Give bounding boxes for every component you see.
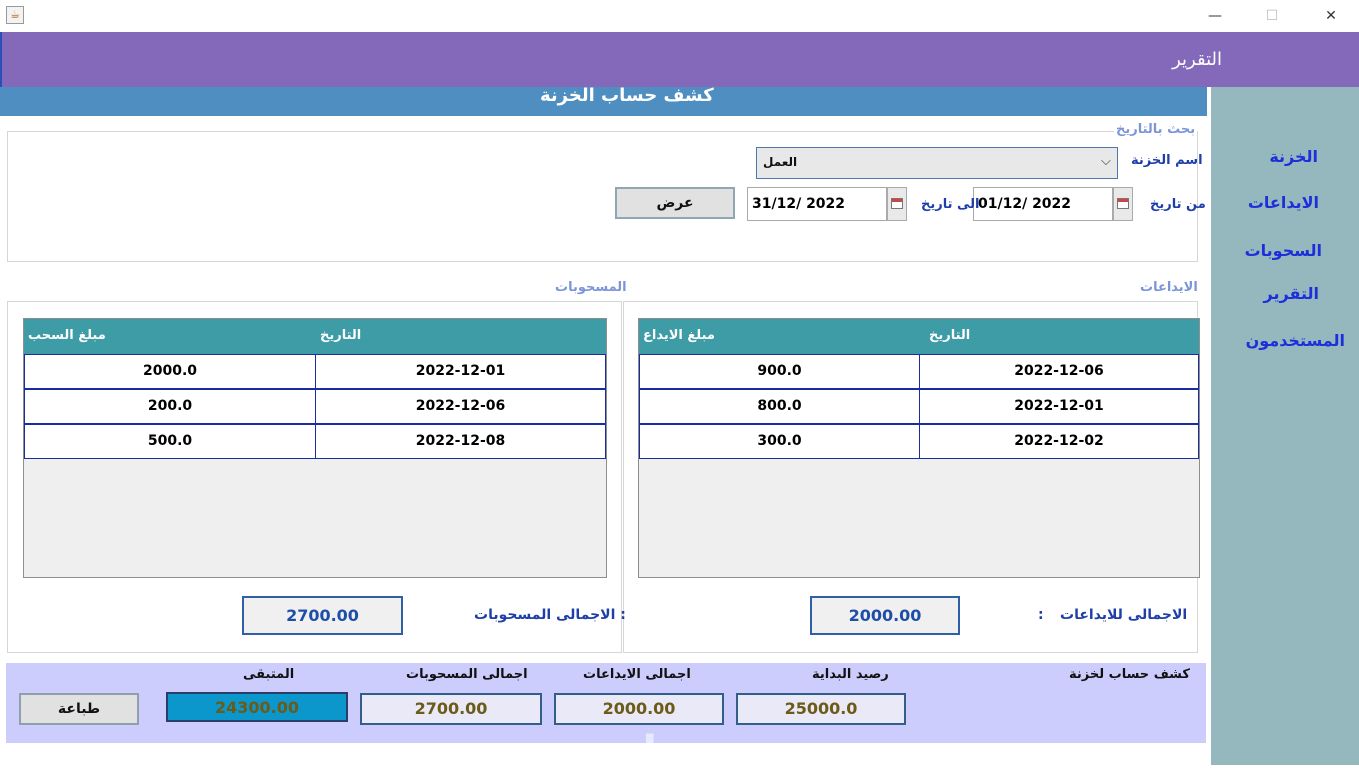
withdrawals-total-label: الاجمالى المسحوبات : [474, 607, 626, 623]
maximize-button[interactable]: ☐ [1249, 4, 1295, 28]
deposit-date-cell: 2022-12-06 [919, 354, 1199, 389]
deposit-amount-cell: 800.0 [639, 389, 920, 424]
treasury-select-value: العمل [763, 155, 798, 169]
table-row[interactable]: 200.0 2022-12-06 [24, 389, 606, 424]
deposit-amount-cell: 300.0 [639, 424, 920, 459]
app-header: التقرير [0, 32, 1359, 87]
deposit-amount-cell: 900.0 [639, 354, 920, 389]
withdrawals-table: التاريخ مبلغ السحب 2000.0 2022-12-01 200… [23, 318, 607, 578]
sidebar: الخزنة الايداعات السحوبات التقرير المستخ… [1211, 87, 1359, 765]
to-date-value: 31/12/ 2022 [752, 196, 846, 212]
calendar-icon [891, 198, 903, 209]
withdrawal-amount-cell: 500.0 [24, 424, 316, 459]
to-date-field[interactable]: 31/12/ 2022 [747, 187, 887, 221]
sidebar-item-treasury[interactable]: الخزنة [1269, 147, 1318, 166]
deposits-group-title: الايداعات [1138, 280, 1200, 295]
remaining-label: المتبقى [243, 667, 295, 682]
print-button[interactable]: طباعة [19, 693, 139, 725]
java-app-icon: ☕ [6, 6, 24, 24]
total-deposits-label: اجمالى الايداعات [583, 667, 691, 682]
total-withdrawals-label: اجمالى المسحوبات [406, 667, 528, 682]
show-button[interactable]: عرض [615, 187, 735, 219]
treasury-select[interactable]: العمل ⌵ [756, 147, 1118, 179]
sidebar-item-withdrawals[interactable]: السحوبات [1245, 241, 1322, 260]
sidebar-item-report[interactable]: التقرير [1264, 284, 1319, 303]
deposits-table: التاريخ مبلغ الايداع 900.0 2022-12-06 80… [638, 318, 1200, 578]
sidebar-item-users[interactable]: المستخدمون [1246, 331, 1345, 350]
summary-title: كشف حساب لخزنة [1069, 667, 1190, 682]
from-date-label: من تاريخ [1150, 197, 1206, 212]
treasury-name-label: اسم الخزنة [1131, 153, 1203, 168]
deposits-total-colon: : [1038, 607, 1044, 623]
table-row[interactable]: 500.0 2022-12-08 [24, 424, 606, 459]
calendar-icon [1117, 198, 1129, 209]
withdrawal-amount-cell: 200.0 [24, 389, 316, 424]
withdrawal-amount-cell: 2000.0 [24, 354, 316, 389]
to-date-label: الى تاريخ [921, 197, 980, 212]
deposit-date-cell: 2022-12-02 [919, 424, 1199, 459]
remaining-value: 24300.00 [166, 692, 348, 722]
deposits-total-value: 2000.00 [810, 596, 960, 635]
withdrawal-date-cell: 2022-12-08 [315, 424, 606, 459]
table-row[interactable]: 800.0 2022-12-01 [639, 389, 1199, 424]
minimize-button[interactable]: — [1192, 4, 1238, 28]
total-deposits-value: 2000.00 [554, 693, 724, 725]
table-row[interactable]: 300.0 2022-12-02 [639, 424, 1199, 459]
withdrawals-total-value: 2700.00 [242, 596, 403, 635]
withdrawals-table-header: التاريخ مبلغ السحب [24, 319, 606, 354]
chevron-down-icon: ⌵ [1101, 154, 1111, 169]
deposits-total-label: الاجمالى للايداعات [1060, 607, 1188, 623]
deposits-table-header: التاريخ مبلغ الايداع [639, 319, 1199, 354]
withdrawal-date-cell: 2022-12-06 [315, 389, 606, 424]
deposits-date-header: التاريخ [929, 328, 971, 343]
deposit-date-cell: 2022-12-01 [919, 389, 1199, 424]
search-group-title: بحث بالتاريخ [1114, 122, 1198, 137]
main-panel: كشف حساب الخزنة بحث بالتاريخ اسم الخزنة … [0, 85, 1211, 778]
from-date-value: 01/12/ 2022 [978, 196, 1072, 212]
from-date-calendar-button[interactable] [1113, 187, 1133, 221]
withdrawals-group-title: المسحوبات [553, 280, 629, 295]
header-title: التقرير [1172, 49, 1222, 70]
withdrawals-date-header: التاريخ [320, 328, 362, 343]
to-date-calendar-button[interactable] [887, 187, 907, 221]
withdrawal-date-cell: 2022-12-01 [315, 354, 606, 389]
watermark: خمسات [598, 727, 765, 778]
close-button[interactable]: ✕ [1308, 4, 1354, 28]
sidebar-item-deposits[interactable]: الايداعات [1248, 193, 1319, 212]
table-row[interactable]: 900.0 2022-12-06 [639, 354, 1199, 389]
deposits-amount-header: مبلغ الايداع [643, 328, 715, 343]
opening-balance-value: 25000.0 [736, 693, 906, 725]
window-titlebar: ☕ — ☐ ✕ [0, 0, 1359, 32]
page-title: كشف حساب الخزنة [540, 85, 714, 106]
page-banner: كشف حساب الخزنة [0, 85, 1207, 116]
opening-balance-label: رصيد البداية [812, 667, 889, 682]
from-date-field[interactable]: 01/12/ 2022 [973, 187, 1113, 221]
table-row[interactable]: 2000.0 2022-12-01 [24, 354, 606, 389]
total-withdrawals-value: 2700.00 [360, 693, 542, 725]
withdrawals-amount-header: مبلغ السحب [28, 328, 106, 343]
